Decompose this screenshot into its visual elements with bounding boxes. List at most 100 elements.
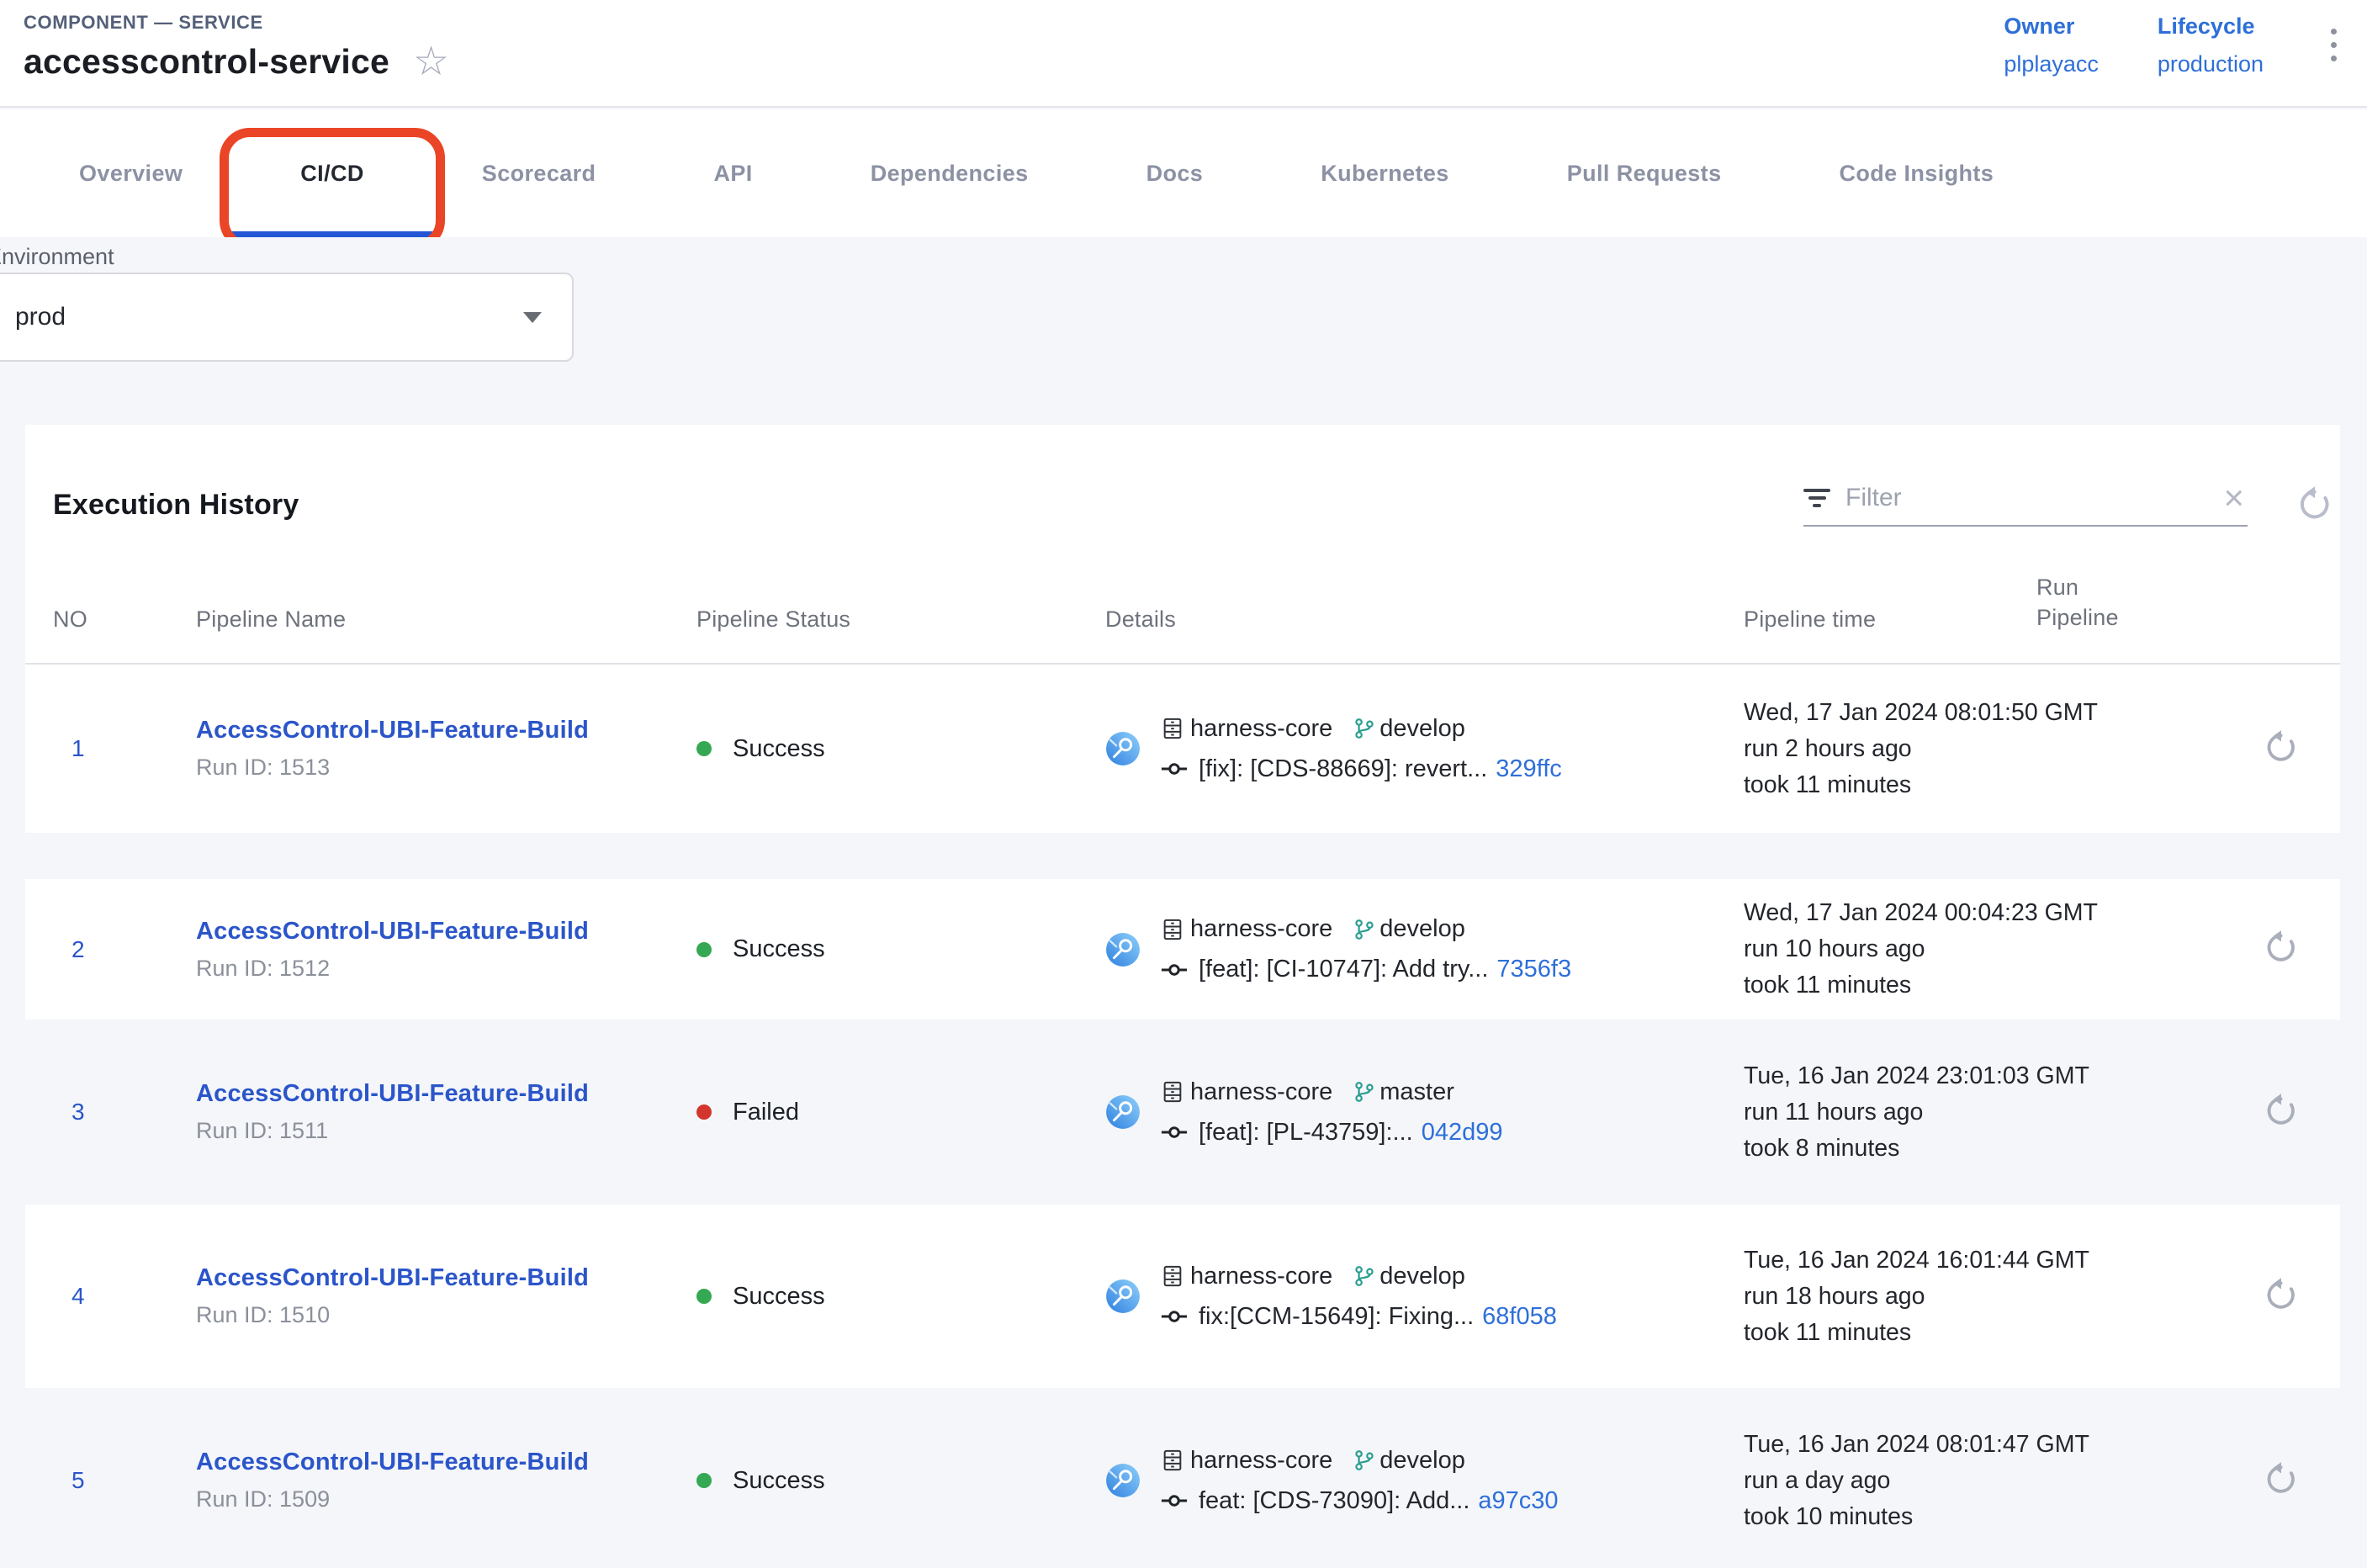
repository-icon [1161, 1080, 1184, 1104]
run-pipeline-button[interactable] [2262, 928, 2301, 969]
tab-kubernetes[interactable]: Kubernetes [1262, 109, 1508, 237]
filter-field: × [1803, 483, 2248, 527]
col-run-pipeline: Run Pipeline [2036, 572, 2147, 633]
execution-row: 5 AccessControl-UBI-Feature-Build Run ID… [25, 1388, 2340, 1568]
harness-logo-icon [1105, 1463, 1141, 1498]
row-number: 1 [53, 735, 196, 762]
row-number: 5 [53, 1467, 196, 1494]
pipeline-time: Tue, 16 Jan 2024 23:01:03 GMT run 11 hou… [1744, 1058, 2036, 1167]
harness-logo-icon [1105, 731, 1141, 766]
lifecycle-label: Lifecycle [2158, 13, 2264, 40]
commit-message: feat: [CDS-73090]: Add... [1199, 1487, 1469, 1515]
tab-pull-requests[interactable]: Pull Requests [1508, 109, 1781, 237]
repository-icon [1161, 717, 1184, 740]
repository-icon [1161, 918, 1184, 941]
repo-name: harness-core [1190, 1447, 1332, 1475]
owner-label: Owner [2004, 13, 2099, 40]
lifecycle-value-link[interactable]: production [2158, 51, 2264, 77]
page-header: COMPONENT — SERVICE accesscontrol-servic… [0, 0, 2367, 108]
pipeline-name-link[interactable]: AccessControl-UBI-Feature-Build [196, 1080, 696, 1108]
status-text: Success [733, 935, 825, 963]
git-branch-icon [1353, 1449, 1376, 1472]
harness-logo-icon [1105, 1279, 1141, 1314]
commit-sha-link[interactable]: 042d99 [1422, 1119, 1503, 1147]
git-commit-icon [1161, 961, 1188, 978]
environment-select[interactable]: prod [0, 273, 574, 362]
execution-row: 3 AccessControl-UBI-Feature-Build Run ID… [25, 1020, 2340, 1205]
repository-icon [1161, 1264, 1184, 1288]
tab-docs[interactable]: Docs [1088, 109, 1263, 237]
run-id: Run ID: 1509 [196, 1486, 696, 1512]
git-commit-icon [1161, 760, 1188, 777]
harness-logo-icon [1105, 1094, 1141, 1130]
filter-icon [1803, 489, 1830, 507]
harness-logo-icon [1105, 932, 1141, 967]
chevron-down-icon [523, 312, 542, 323]
entity-heading: COMPONENT — SERVICE accesscontrol-servic… [0, 0, 449, 106]
branch-name: develop [1379, 1263, 1465, 1290]
tab-api[interactable]: API [654, 109, 811, 237]
status-text: Success [733, 1467, 825, 1495]
pipeline-time: Wed, 17 Jan 2024 08:01:50 GMT run 2 hour… [1744, 695, 2036, 803]
col-pipeline-name: Pipeline Name [196, 607, 696, 633]
status-dot [696, 1289, 712, 1304]
col-pipeline-status: Pipeline Status [696, 607, 1105, 633]
clear-filter-icon[interactable]: × [2220, 485, 2248, 511]
run-id: Run ID: 1510 [196, 1302, 696, 1328]
col-details: Details [1105, 607, 1744, 633]
col-no: NO [53, 607, 196, 633]
tab-dependencies[interactable]: Dependencies [812, 109, 1088, 237]
commit-message: [feat]: [PL-43759]:... [1199, 1119, 1413, 1147]
tab-code-insights[interactable]: Code Insights [1780, 109, 2052, 237]
pipeline-time: Tue, 16 Jan 2024 08:01:47 GMT run a day … [1744, 1427, 2036, 1535]
pipeline-name-link[interactable]: AccessControl-UBI-Feature-Build [196, 918, 696, 946]
status-dot [696, 1473, 712, 1488]
owner-value-link[interactable]: plplayacc [2004, 51, 2099, 77]
owner-meta: Owner plplayacc [2004, 13, 2099, 77]
git-commit-icon [1161, 1308, 1188, 1325]
status-text: Failed [733, 1099, 799, 1126]
star-icon[interactable]: ☆ [413, 45, 449, 79]
repo-name: harness-core [1190, 715, 1332, 743]
commit-sha-link[interactable]: 68f058 [1482, 1303, 1557, 1331]
git-branch-icon [1353, 918, 1376, 941]
run-pipeline-button[interactable] [2262, 1459, 2301, 1501]
run-id: Run ID: 1513 [196, 755, 696, 781]
page-title: accesscontrol-service [24, 42, 389, 82]
run-pipeline-button[interactable] [2262, 728, 2301, 769]
git-branch-icon [1353, 1080, 1376, 1104]
branch-name: develop [1379, 715, 1465, 743]
pipeline-name-link[interactable]: AccessControl-UBI-Feature-Build [196, 717, 696, 744]
execution-row: 2 AccessControl-UBI-Feature-Build Run ID… [25, 879, 2340, 1020]
commit-message: [fix]: [CDS-88669]: revert... [1199, 755, 1487, 783]
execution-row: 4 AccessControl-UBI-Feature-Build Run ID… [25, 1205, 2340, 1388]
git-branch-icon [1353, 717, 1376, 740]
kebab-menu-icon[interactable] [2322, 13, 2345, 77]
breadcrumb: COMPONENT — SERVICE [24, 12, 449, 34]
filter-input[interactable] [1844, 483, 2220, 513]
repo-name: harness-core [1190, 915, 1332, 943]
row-number: 4 [53, 1283, 196, 1310]
tab-cicd[interactable]: CI/CD [241, 109, 423, 237]
commit-sha-link[interactable]: 7356f3 [1496, 956, 1571, 983]
status-dot [696, 1104, 712, 1120]
pipeline-name-link[interactable]: AccessControl-UBI-Feature-Build [196, 1449, 696, 1476]
lifecycle-meta: Lifecycle production [2158, 13, 2264, 77]
branch-name: develop [1379, 915, 1465, 943]
run-id: Run ID: 1511 [196, 1118, 696, 1144]
tab-scorecard[interactable]: Scorecard [423, 109, 655, 237]
git-commit-icon [1161, 1492, 1188, 1509]
status-dot [696, 741, 712, 756]
tab-bar: Overview CI/CD Scorecard API Dependencie… [0, 109, 2367, 237]
refresh-icon[interactable] [2295, 484, 2335, 527]
status-dot [696, 942, 712, 957]
pipeline-name-link[interactable]: AccessControl-UBI-Feature-Build [196, 1264, 696, 1292]
commit-sha-link[interactable]: a97c30 [1478, 1487, 1558, 1515]
repo-name: harness-core [1190, 1263, 1332, 1290]
tab-overview[interactable]: Overview [20, 109, 241, 237]
row-separator [25, 833, 2340, 879]
run-pipeline-button[interactable] [2262, 1275, 2301, 1316]
run-id: Run ID: 1512 [196, 956, 696, 982]
commit-sha-link[interactable]: 329ffc [1496, 755, 1561, 783]
run-pipeline-button[interactable] [2262, 1091, 2301, 1132]
